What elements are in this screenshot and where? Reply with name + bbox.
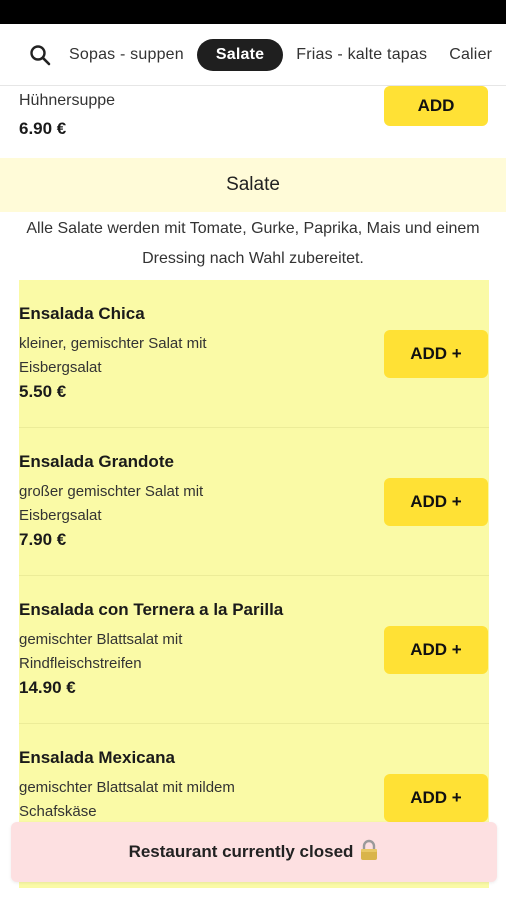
category-nav: Sopas - suppen Salate Frias - kalte tapa… [0,24,506,86]
item-name: Ensalada Mexicana [19,748,175,767]
item-price: 5.50 € [19,382,67,401]
tab-calientes[interactable]: Calier [440,40,501,70]
item-price: 6.90 € [19,119,67,138]
menu-item-previous: Hühnersuppe 6.90 € ADD [0,86,506,158]
menu-item: Ensalada Grandote großer gemischter Sala… [19,428,489,576]
search-icon [30,44,51,65]
item-description: großer gemischter Salat mit Eisbergsalat [19,483,204,524]
item-price: 7.90 € [19,530,67,549]
item-name: Ensalada Grandote [19,452,174,471]
add-button[interactable]: ADD + [384,330,488,378]
menu-item-list: Ensalada Chica kleiner, gemischter Salat… [19,280,489,888]
item-name: Ensalada Chica [19,304,145,323]
item-name: Ensalada con Ternera a la Parilla [19,600,284,619]
restaurant-closed-banner: Restaurant currently closed [11,822,497,882]
item-description: gemischter Blattsalat mit Rindfleischstr… [19,631,183,672]
tab-sopas[interactable]: Sopas - suppen [60,40,193,70]
add-button[interactable]: ADD + [384,626,488,674]
menu-item: Ensalada con Ternera a la Parilla gemisc… [19,576,489,724]
status-bar [0,0,506,24]
add-button[interactable]: ADD + [384,478,488,526]
add-button[interactable]: ADD + [384,774,488,822]
item-name: Hühnersuppe [19,92,116,109]
add-button[interactable]: ADD [384,86,488,126]
section-description: Alle Salate werden mit Tomate, Gurke, Pa… [26,220,480,267]
item-description: gemischter Blattsalat mit mildem Schafsk… [19,779,235,820]
tab-salate[interactable]: Salate [196,38,284,71]
lock-icon [359,839,379,866]
tab-frias[interactable]: Frias - kalte tapas [287,40,436,70]
item-price: 14.90 € [19,678,76,697]
banner-text: Restaurant currently closed [128,842,354,861]
section-title: Salate [0,158,506,212]
item-description: kleiner, gemischter Salat mit Eisbergsal… [19,335,207,376]
menu-item: Ensalada Chica kleiner, gemischter Salat… [19,280,489,428]
search-button[interactable] [20,35,60,75]
